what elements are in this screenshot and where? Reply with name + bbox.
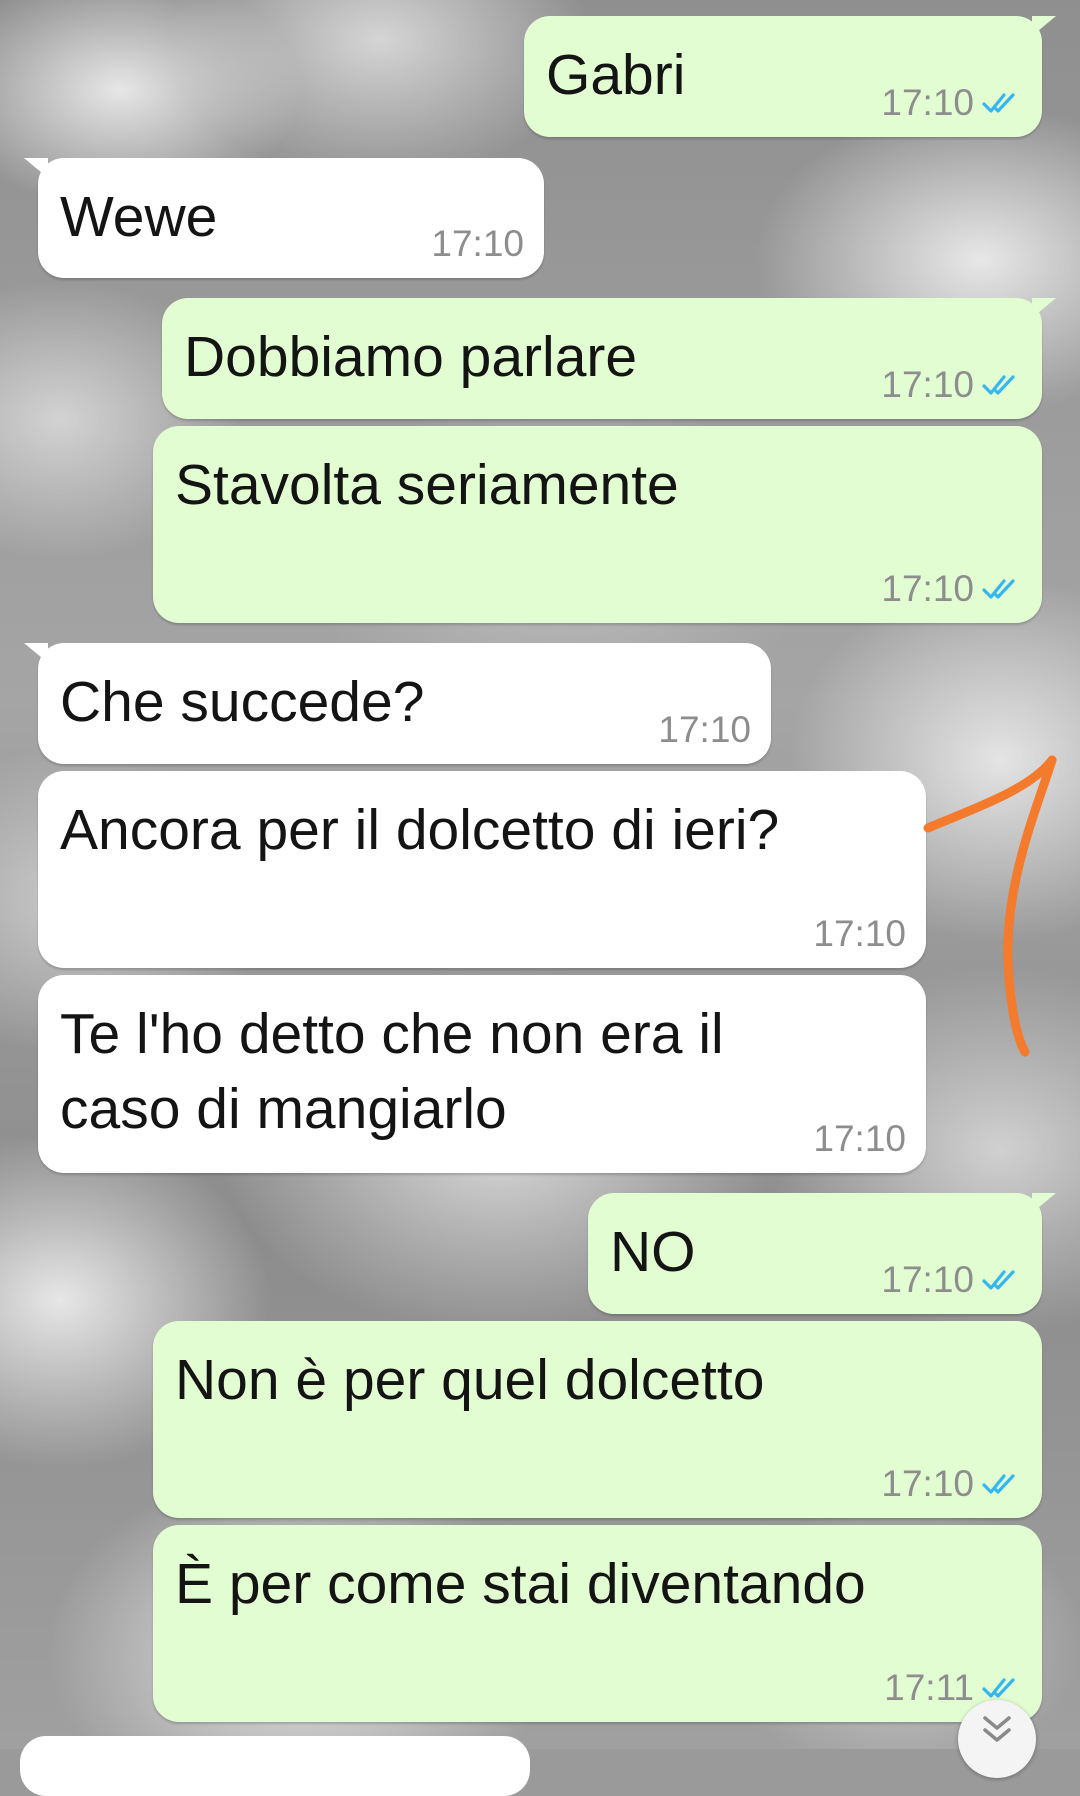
- annotation-arrow-icon: [923, 755, 1057, 1057]
- scroll-to-bottom-button[interactable]: [958, 1700, 1036, 1778]
- double-chevron-down-icon: [983, 1716, 1011, 1742]
